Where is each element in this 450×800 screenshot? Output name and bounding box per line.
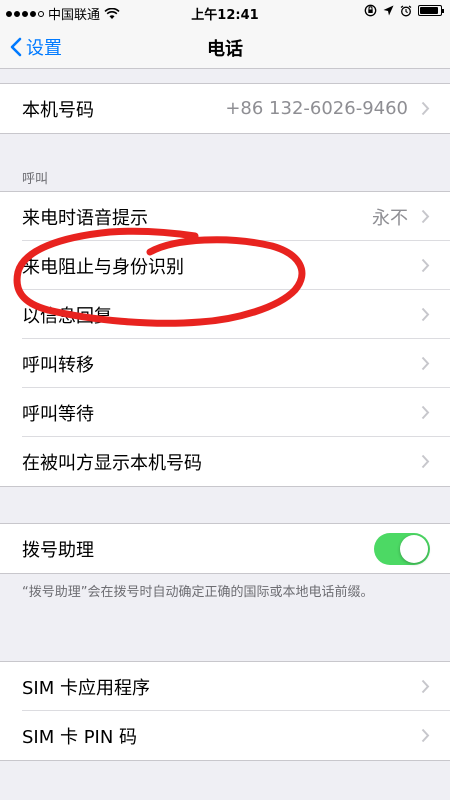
location-icon (383, 5, 394, 16)
chevron-right-icon (421, 356, 430, 371)
call-waiting-row[interactable]: 呼叫等待 (0, 388, 450, 437)
chevron-right-icon (421, 101, 430, 116)
battery-level (420, 7, 438, 14)
sim-group: SIM 卡应用程序 SIM 卡 PIN 码 (0, 661, 450, 761)
chevron-right-icon (421, 258, 430, 273)
sim-applications-row[interactable]: SIM 卡应用程序 (0, 662, 450, 711)
chevron-right-icon (421, 679, 430, 694)
my-number-value: +86 132-6026-9460 (225, 98, 408, 119)
list-item-label: 来电时语音提示 (22, 207, 148, 229)
list-item-label: 来电阻止与身份识别 (22, 256, 184, 278)
show-caller-id-row[interactable]: 在被叫方显示本机号码 (0, 437, 450, 486)
orientation-lock-icon (364, 4, 377, 17)
status-bar: 中国联通 上午12:41 (0, 0, 450, 24)
list-item-label: 呼叫转移 (22, 354, 94, 376)
dial-assist-footnote: “拨号助理”会在拨号时自动确定正确的国际或本地电话前缀。 (22, 585, 374, 600)
list-item-label: SIM 卡 PIN 码 (22, 726, 138, 748)
announce-calls-value: 永不 (372, 207, 408, 229)
list-item-label: SIM 卡应用程序 (22, 677, 150, 699)
chevron-right-icon (421, 454, 430, 469)
call-blocking-row[interactable]: 来电阻止与身份识别 (0, 241, 450, 290)
announce-calls-row[interactable]: 来电时语音提示 永不 (0, 192, 450, 241)
list-item-label: 在被叫方显示本机号码 (22, 452, 202, 474)
my-number-row[interactable]: 本机号码 +86 132-6026-9460 (0, 84, 450, 133)
my-number-group: 本机号码 +86 132-6026-9460 (0, 83, 450, 134)
my-number-label: 本机号码 (22, 99, 94, 121)
dial-assist-label: 拨号助理 (22, 539, 94, 561)
dial-assist-toggle[interactable] (374, 533, 430, 565)
battery-icon (418, 5, 444, 16)
dial-assist-group: 拨号助理 (0, 523, 450, 574)
page-title: 电话 (207, 39, 243, 60)
chevron-right-icon (421, 405, 430, 420)
calls-group: 来电时语音提示 永不 来电阻止与身份识别 以信息回复 呼叫转移 呼叫等待 在被叫… (0, 191, 450, 487)
status-right (364, 4, 444, 17)
chevron-right-icon (421, 307, 430, 322)
alarm-icon (400, 5, 412, 16)
respond-with-text-row[interactable]: 以信息回复 (0, 290, 450, 339)
navigation-bar: 设置 电话 (0, 24, 450, 69)
chevron-right-icon (421, 209, 430, 224)
sim-pin-row[interactable]: SIM 卡 PIN 码 (0, 711, 450, 760)
call-forwarding-row[interactable]: 呼叫转移 (0, 339, 450, 388)
toggle-knob (400, 535, 428, 563)
dial-assist-row: 拨号助理 (0, 524, 450, 573)
list-item-label: 呼叫等待 (22, 403, 94, 425)
chevron-right-icon (421, 728, 430, 743)
calls-section-header: 呼叫 (22, 172, 49, 187)
list-item-label: 以信息回复 (22, 305, 112, 327)
